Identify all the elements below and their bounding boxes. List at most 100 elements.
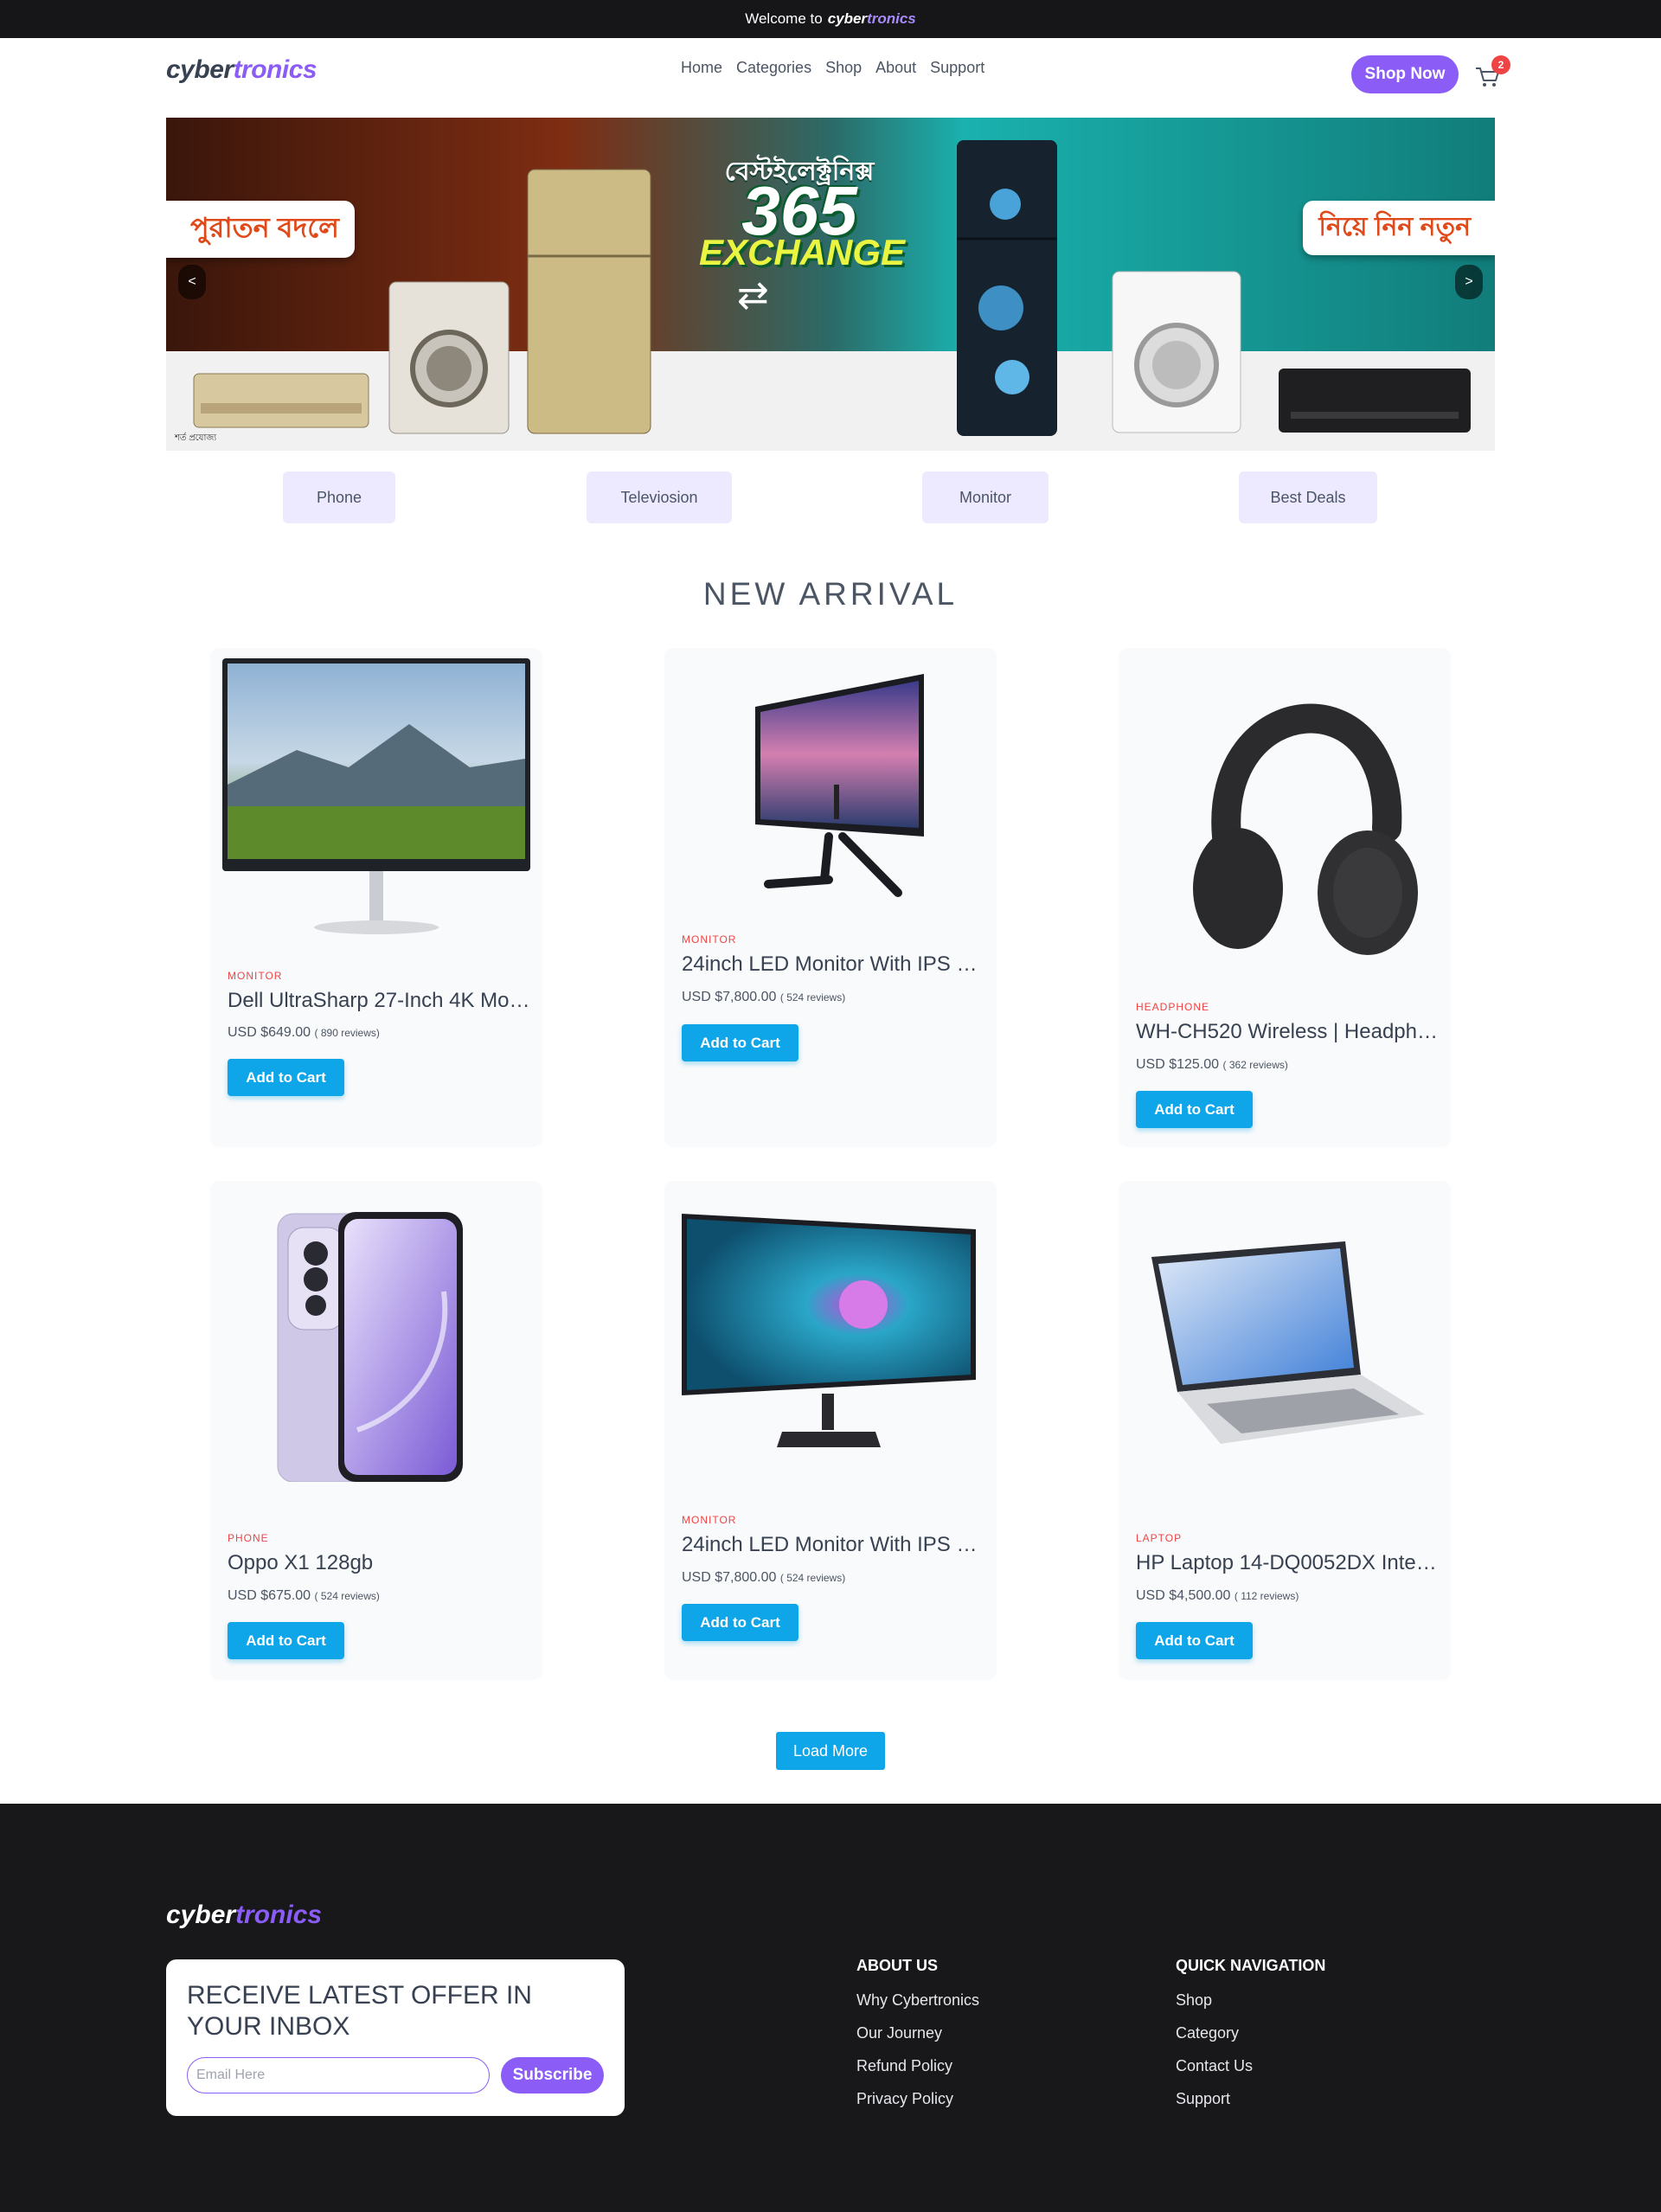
nav-shop[interactable]: Shop	[825, 59, 862, 77]
product-reviews: ( 524 reviews)	[779, 991, 846, 1003]
monitor-landscape-icon	[219, 655, 534, 949]
product-price: USD $675.00	[228, 1588, 311, 1603]
product-card[interactable]: MONITOR 24inch LED Monitor With IPS Pane…	[664, 1181, 997, 1680]
product-price: USD $125.00	[1136, 1057, 1220, 1072]
product-card[interactable]: MONITOR Dell UltraSharp 27-Inch 4K Monit…	[210, 648, 542, 1147]
main-navbar: cybertronics Home Categories Shop About …	[0, 38, 1661, 112]
product-title[interactable]: 24inch LED Monitor With IPS Panel	[682, 1533, 984, 1557]
product-price: USD $7,800.00	[682, 990, 777, 1004]
product-category: MONITOR	[682, 1514, 737, 1526]
nav-links: Home Categories Shop About Support	[681, 59, 984, 77]
site-logo[interactable]: cybertronics	[166, 55, 317, 85]
carousel-next-button[interactable]: >	[1455, 265, 1483, 299]
category-phone[interactable]: Phone	[283, 471, 395, 523]
product-title[interactable]: 24inch LED Monitor With IPS Panel	[682, 952, 984, 977]
banner-exchange: EXCHANGE	[698, 232, 906, 272]
category-best-deals[interactable]: Best Deals	[1239, 471, 1377, 523]
product-price: USD $649.00	[228, 1025, 311, 1040]
promo-right-tag: নিয়ে নিন নতুন	[1303, 201, 1495, 255]
product-category: MONITOR	[682, 933, 737, 946]
product-price-row: USD $7,800.00 ( 524 reviews)	[682, 990, 845, 1005]
newsletter-title: RECEIVE LATEST OFFER IN YOUR INBOX	[187, 1981, 532, 2041]
product-price-row: USD $7,800.00 ( 524 reviews)	[682, 1570, 845, 1586]
product-price-row: USD $4,500.00 ( 112 reviews)	[1136, 1588, 1299, 1604]
product-category: MONITOR	[228, 970, 283, 982]
category-monitor[interactable]: Monitor	[922, 471, 1049, 523]
shop-now-button[interactable]: Shop Now	[1351, 55, 1459, 93]
carousel-prev-button[interactable]: <	[178, 265, 206, 299]
product-price-row: USD $675.00 ( 524 reviews)	[228, 1588, 380, 1604]
headphone-icon	[1127, 655, 1442, 975]
footer-about-column: ABOUT US Why Cybertronics Our Journey Re…	[856, 1957, 979, 2123]
product-category: PHONE	[228, 1532, 269, 1544]
footer-logo-part2: tronics	[235, 1901, 323, 1929]
monitor-flower-icon	[673, 1188, 988, 1465]
product-price-row: USD $649.00 ( 890 reviews)	[228, 1025, 380, 1041]
cart-count-badge: 2	[1491, 55, 1510, 74]
hero-carousel: পুরাতন বদলে নিয়ে নিন নতুন বেস্টইলেক্ট্র…	[166, 118, 1495, 451]
product-price: USD $4,500.00	[1136, 1588, 1231, 1603]
banner-caption: শর্ত প্রযোজ্য	[175, 433, 217, 443]
welcome-text: Welcome to	[745, 10, 823, 27]
welcome-bar: Welcome to cybertronics	[0, 0, 1661, 38]
footer-link-privacy[interactable]: Privacy Policy	[856, 2090, 979, 2108]
footer-about-heading: ABOUT US	[856, 1957, 938, 1974]
email-input[interactable]: Email Here	[187, 2057, 490, 2093]
laptop-icon	[1127, 1188, 1442, 1482]
product-reviews: ( 890 reviews)	[314, 1027, 380, 1039]
footer-link-refund[interactable]: Refund Policy	[856, 2057, 979, 2075]
add-to-cart-button[interactable]: Add to Cart	[682, 1024, 798, 1061]
nav-about[interactable]: About	[875, 59, 916, 77]
welcome-brand-part1: cyber	[827, 10, 868, 27]
add-to-cart-button[interactable]: Add to Cart	[1136, 1091, 1253, 1128]
footer-link-shop[interactable]: Shop	[1176, 1991, 1325, 2010]
promo-left-tag: পুরাতন বদলে	[166, 201, 355, 258]
footer-nav-heading: QUICK NAVIGATION	[1176, 1957, 1326, 1974]
load-more-button[interactable]: Load More	[776, 1732, 885, 1770]
nav-support[interactable]: Support	[930, 59, 984, 77]
product-card[interactable]: MONITOR 24inch LED Monitor With IPS Pane…	[664, 648, 997, 1147]
site-footer: cybertronics RECEIVE LATEST OFFER IN YOU…	[0, 1804, 1661, 2212]
subscribe-button[interactable]: Subscribe	[501, 2057, 604, 2093]
product-title[interactable]: Oppo X1 128gb	[228, 1551, 530, 1575]
footer-logo[interactable]: cybertronics	[166, 1901, 322, 1930]
exchange-arrows-icon: ⇄	[737, 274, 769, 317]
logo-part2: tronics	[233, 55, 317, 84]
add-to-cart-button[interactable]: Add to Cart	[228, 1622, 344, 1659]
product-reviews: ( 524 reviews)	[779, 1572, 846, 1584]
product-reviews: ( 524 reviews)	[314, 1590, 380, 1602]
product-title[interactable]: HP Laptop 14-DQ0052DX Intel Celeron	[1136, 1551, 1439, 1575]
footer-link-journey[interactable]: Our Journey	[856, 2024, 979, 2042]
footer-link-contact[interactable]: Contact Us	[1176, 2057, 1325, 2075]
section-title: NEW ARRIVAL	[702, 576, 959, 612]
product-card[interactable]: PHONE Oppo X1 128gb USD $675.00 ( 524 re…	[210, 1181, 542, 1680]
monitor-sunset-icon	[673, 655, 988, 914]
logo-part1: cyber	[166, 55, 234, 84]
product-card[interactable]: LAPTOP HP Laptop 14-DQ0052DX Intel Celer…	[1119, 1181, 1451, 1680]
nav-categories[interactable]: Categories	[736, 59, 811, 77]
nav-home[interactable]: Home	[681, 59, 722, 77]
add-to-cart-button[interactable]: Add to Cart	[682, 1604, 798, 1641]
category-pills: Phone Televiosion Monitor Best Deals	[166, 471, 1495, 523]
add-to-cart-button[interactable]: Add to Cart	[1136, 1622, 1253, 1659]
phone-icon	[219, 1188, 534, 1482]
product-category: LAPTOP	[1136, 1532, 1183, 1544]
product-title[interactable]: WH-CH520 Wireless | Headphones	[1136, 1020, 1439, 1044]
product-card[interactable]: HEADPHONE WH-CH520 Wireless | Headphones…	[1119, 648, 1451, 1147]
product-price-row: USD $125.00 ( 362 reviews)	[1136, 1057, 1288, 1073]
footer-link-category[interactable]: Category	[1176, 2024, 1325, 2042]
welcome-brand-part2: tronics	[867, 10, 916, 27]
footer-link-why[interactable]: Why Cybertronics	[856, 1991, 979, 2010]
footer-link-support[interactable]: Support	[1176, 2090, 1325, 2108]
welcome-brand: cybertronics	[828, 10, 916, 28]
product-title[interactable]: Dell UltraSharp 27-Inch 4K Monitor	[228, 989, 530, 1013]
newsletter-box: RECEIVE LATEST OFFER IN YOUR INBOX Email…	[166, 1959, 625, 2116]
product-category: HEADPHONE	[1136, 1001, 1210, 1013]
add-to-cart-button[interactable]: Add to Cart	[228, 1059, 344, 1096]
footer-logo-part1: cyber	[166, 1901, 236, 1929]
product-reviews: ( 112 reviews)	[1234, 1590, 1299, 1602]
product-price: USD $7,800.00	[682, 1570, 777, 1585]
footer-nav-column: QUICK NAVIGATION Shop Category Contact U…	[1176, 1957, 1325, 2123]
category-television[interactable]: Televiosion	[587, 471, 732, 523]
product-reviews: ( 362 reviews)	[1222, 1059, 1288, 1071]
